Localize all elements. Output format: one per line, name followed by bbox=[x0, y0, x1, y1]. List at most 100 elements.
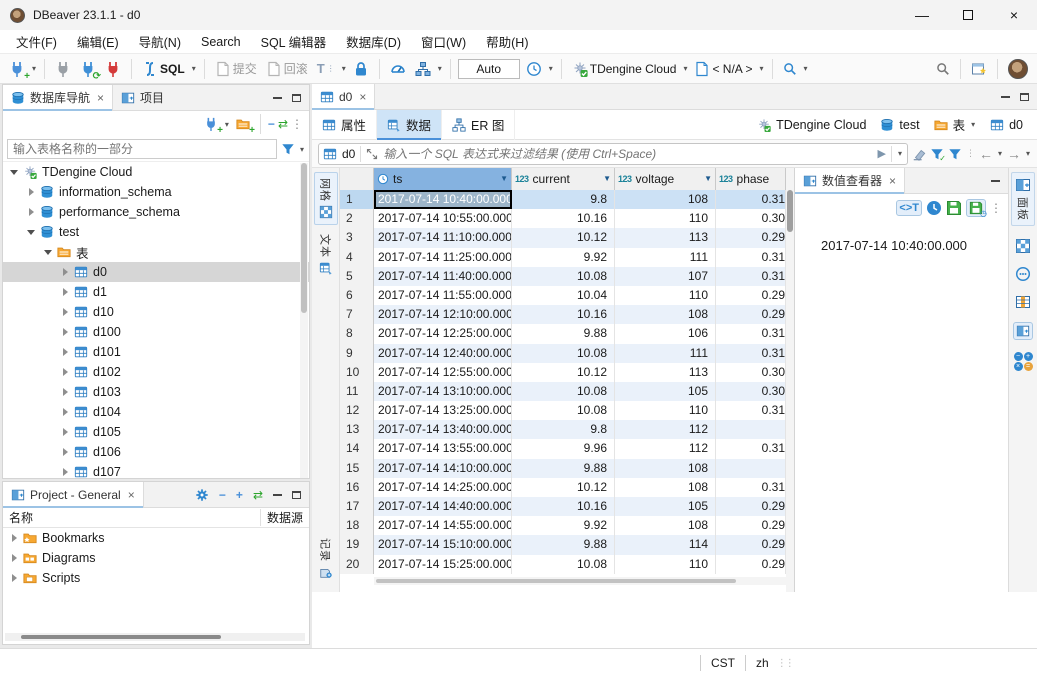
breadcrumb-TDengine Cloud[interactable]: TDengine Cloud bbox=[757, 118, 866, 132]
cell-current[interactable]: 9.88 bbox=[512, 324, 615, 343]
cell-current[interactable]: 9.8 bbox=[512, 190, 615, 209]
cell-current[interactable]: 9.88 bbox=[512, 459, 615, 478]
menu-导航(N)[interactable]: 导航(N) bbox=[129, 29, 191, 54]
cell-voltage[interactable]: 110 bbox=[615, 286, 716, 305]
project-item-Bookmarks[interactable]: Bookmarks bbox=[3, 528, 309, 548]
cell-voltage[interactable]: 105 bbox=[615, 382, 716, 401]
subtab-属性[interactable]: 属性 bbox=[312, 110, 377, 140]
chevron-icon[interactable] bbox=[60, 447, 71, 458]
dbeaver-perspective-button[interactable] bbox=[1005, 57, 1031, 81]
row-number[interactable]: 7 bbox=[340, 305, 374, 324]
tasks-dropdown-icon[interactable]: ▾ bbox=[437, 64, 443, 73]
row-number[interactable]: 5 bbox=[340, 267, 374, 286]
dashboard-button[interactable] bbox=[387, 59, 409, 79]
editor-tab-close-icon[interactable]: × bbox=[359, 90, 366, 104]
tab-database-navigator[interactable]: 数据库导航 × bbox=[3, 85, 113, 111]
cell-phase[interactable]: 0.31 bbox=[716, 344, 786, 363]
cell-ts[interactable]: 2017-07-14 12:25:00.000 bbox=[374, 324, 512, 343]
filter-save-button[interactable]: ✓ bbox=[930, 146, 944, 161]
row-number[interactable]: 16 bbox=[340, 478, 374, 497]
cell-ts[interactable]: 2017-07-14 13:55:00.000 bbox=[374, 439, 512, 458]
collapse-all-icon[interactable]: − bbox=[219, 488, 226, 502]
open-perspective-button[interactable] bbox=[968, 59, 990, 79]
cell-phase[interactable]: 0.31 bbox=[716, 190, 786, 209]
editor-minimize-icon[interactable] bbox=[1001, 96, 1010, 98]
global-search-button[interactable] bbox=[933, 60, 953, 78]
tree-item-d101[interactable]: d101 bbox=[3, 342, 309, 362]
transaction-dropdown-icon[interactable]: ▾ bbox=[341, 64, 347, 73]
cell-phase[interactable] bbox=[716, 420, 786, 439]
expand-all-icon[interactable]: + bbox=[236, 488, 243, 502]
cell-phase[interactable]: 0.29 bbox=[716, 516, 786, 535]
tasks-button[interactable] bbox=[412, 59, 434, 79]
cell-voltage[interactable]: 107 bbox=[615, 267, 716, 286]
cell-ts[interactable]: 2017-07-14 13:40:00.000 bbox=[374, 420, 512, 439]
row-number[interactable]: 8 bbox=[340, 324, 374, 343]
cell-phase[interactable]: 0.31 bbox=[716, 439, 786, 458]
row-number[interactable]: 14 bbox=[340, 439, 374, 458]
back-arrow-icon[interactable]: ← bbox=[979, 146, 993, 162]
cell-ts[interactable]: 2017-07-14 11:10:00.000 bbox=[374, 228, 512, 247]
column-filter-icon[interactable]: ▼ bbox=[603, 168, 611, 190]
presentation-tab-记录[interactable]: 记录 bbox=[314, 533, 338, 584]
tree-item-TDengine Cloud[interactable]: TDengine Cloud bbox=[3, 162, 309, 182]
project-hscrollbar[interactable] bbox=[5, 633, 305, 641]
cell-voltage[interactable]: 112 bbox=[615, 439, 716, 458]
forward-dropdown-icon[interactable]: ▾ bbox=[1025, 149, 1031, 158]
cell-phase[interactable]: 0.30 bbox=[716, 363, 786, 382]
row-number[interactable]: 9 bbox=[340, 344, 374, 363]
breadcrumb-test[interactable]: test bbox=[880, 118, 919, 132]
forward-arrow-icon[interactable]: → bbox=[1007, 146, 1021, 162]
tab-value-viewer[interactable]: 数值查看器 × bbox=[795, 168, 905, 194]
cell-voltage[interactable]: 110 bbox=[615, 401, 716, 420]
cell-ts[interactable]: 2017-07-14 15:10:00.000 bbox=[374, 535, 512, 554]
link-with-editor-icon[interactable]: ⇄ bbox=[253, 488, 263, 502]
cell-current[interactable]: 10.08 bbox=[512, 267, 615, 286]
tree-item-d10[interactable]: d10 bbox=[3, 302, 309, 322]
back-dropdown-icon[interactable]: ▾ bbox=[997, 149, 1003, 158]
cell-current[interactable]: 9.92 bbox=[512, 248, 615, 267]
cell-ts[interactable]: 2017-07-14 11:40:00.000 bbox=[374, 267, 512, 286]
tree-item-d104[interactable]: d104 bbox=[3, 402, 309, 422]
cell-phase[interactable]: 0.31 bbox=[716, 324, 786, 343]
cell-phase[interactable]: 0.29 bbox=[716, 305, 786, 324]
cell-current[interactable]: 10.16 bbox=[512, 305, 615, 324]
maximize-button[interactable] bbox=[945, 0, 991, 30]
cell-phase[interactable]: 0.31 bbox=[716, 478, 786, 497]
tab-projects[interactable]: 项目 bbox=[113, 85, 172, 111]
view-menu-icon[interactable]: ⋮ bbox=[291, 117, 303, 131]
value-viewer-toggle[interactable] bbox=[1013, 322, 1033, 340]
column-filter-icon[interactable]: ▼ bbox=[704, 168, 712, 190]
history-dropdown-icon[interactable]: ▾ bbox=[548, 64, 554, 73]
chevron-icon[interactable] bbox=[43, 247, 54, 258]
chevron-icon[interactable] bbox=[60, 267, 71, 278]
cell-ts[interactable]: 2017-07-14 13:10:00.000 bbox=[374, 382, 512, 401]
cell-ts[interactable]: 2017-07-14 12:40:00.000 bbox=[374, 344, 512, 363]
auto-commit-combo[interactable]: Auto bbox=[458, 59, 520, 79]
minimize-button[interactable]: — bbox=[899, 0, 945, 30]
auto-save-toggle[interactable]: ◷ bbox=[966, 199, 986, 217]
column-filter-icon[interactable]: ▼ bbox=[500, 168, 508, 190]
tree-item-performance_schema[interactable]: performance_schema bbox=[3, 202, 309, 222]
cell-current[interactable]: 10.04 bbox=[512, 286, 615, 305]
calc-panel-icon[interactable] bbox=[1015, 294, 1031, 310]
cell-voltage[interactable]: 108 bbox=[615, 190, 716, 209]
cell-phase[interactable]: 0.29 bbox=[716, 555, 786, 574]
cell-ts[interactable]: 2017-07-14 13:25:00.000 bbox=[374, 401, 512, 420]
timezone-indicator[interactable]: CST bbox=[711, 656, 735, 670]
tab-close-icon[interactable]: × bbox=[97, 91, 104, 105]
menu-SQL 编辑器[interactable]: SQL 编辑器 bbox=[251, 29, 337, 54]
cell-phase[interactable]: 0.29 bbox=[716, 286, 786, 305]
tab-close-icon[interactable]: × bbox=[889, 174, 896, 188]
breadcrumb-表[interactable]: 表▾ bbox=[934, 115, 977, 134]
tab-project-general[interactable]: Project - General × bbox=[3, 482, 144, 508]
schema-dropdown-icon[interactable]: ▾ bbox=[759, 64, 765, 73]
subtab-数据[interactable]: 数据 bbox=[377, 110, 442, 140]
chevron-icon[interactable] bbox=[60, 287, 71, 298]
history-button[interactable] bbox=[523, 59, 545, 79]
datetime-clock-icon[interactable] bbox=[926, 200, 942, 216]
cell-voltage[interactable]: 108 bbox=[615, 516, 716, 535]
cell-ts[interactable]: 2017-07-14 11:25:00.000 bbox=[374, 248, 512, 267]
menu-窗口(W)[interactable]: 窗口(W) bbox=[411, 29, 476, 54]
disconnect-button[interactable] bbox=[102, 59, 124, 79]
